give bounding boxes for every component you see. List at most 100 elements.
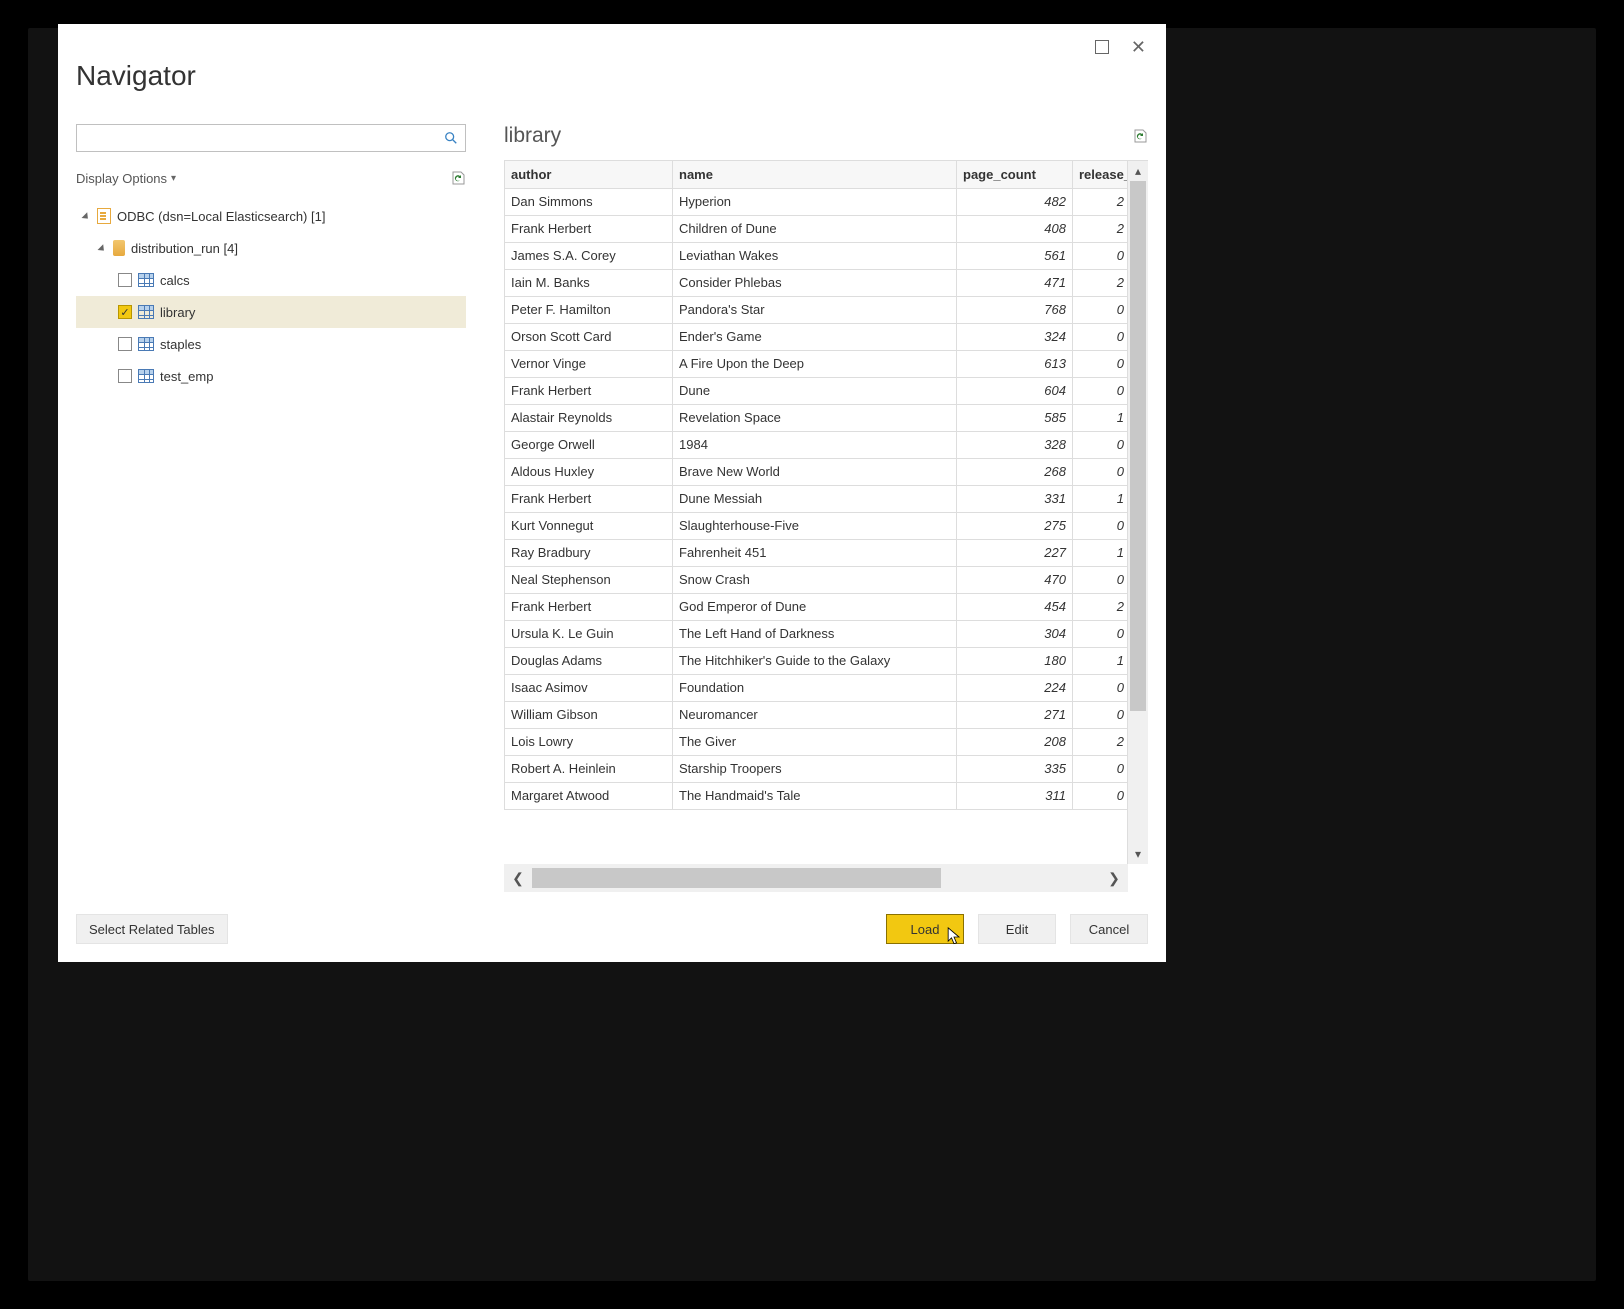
scroll-thumb[interactable] — [532, 868, 941, 888]
cell-release: 0 — [1073, 431, 1129, 458]
cell-author: Orson Scott Card — [505, 323, 673, 350]
table-row[interactable]: Dan SimmonsHyperion4822 — [505, 188, 1129, 215]
scroll-track[interactable] — [532, 864, 1100, 892]
cell-author: Kurt Vonnegut — [505, 512, 673, 539]
restore-icon[interactable] — [1095, 40, 1109, 54]
cell-page-count: 335 — [957, 755, 1073, 782]
table-row[interactable]: Aldous HuxleyBrave New World2680 — [505, 458, 1129, 485]
table-row[interactable]: George Orwell19843280 — [505, 431, 1129, 458]
table-row[interactable]: Frank HerbertDune6040 — [505, 377, 1129, 404]
table-row[interactable]: Alastair ReynoldsRevelation Space5851 — [505, 404, 1129, 431]
tree-node-table[interactable]: test_emp — [76, 360, 466, 392]
vertical-scrollbar[interactable]: ▴ ▾ — [1128, 161, 1148, 864]
cell-author: Frank Herbert — [505, 377, 673, 404]
table-row[interactable]: Frank HerbertDune Messiah3311 — [505, 485, 1129, 512]
cell-author: Aldous Huxley — [505, 458, 673, 485]
table-row[interactable]: Kurt VonnegutSlaughterhouse-Five2750 — [505, 512, 1129, 539]
table-row[interactable]: William GibsonNeuromancer2710 — [505, 701, 1129, 728]
table-row[interactable]: Ursula K. Le GuinThe Left Hand of Darkne… — [505, 620, 1129, 647]
cell-author: Ursula K. Le Guin — [505, 620, 673, 647]
table-row[interactable]: Isaac AsimovFoundation2240 — [505, 674, 1129, 701]
table-row[interactable]: Vernor VingeA Fire Upon the Deep6130 — [505, 350, 1129, 377]
tree-node-datasource[interactable]: ODBC (dsn=Local Elasticsearch) [1] — [76, 200, 466, 232]
tree-label: staples — [160, 337, 466, 352]
table-checkbox[interactable]: ✓ — [118, 305, 132, 319]
refresh-icon[interactable] — [450, 170, 466, 186]
close-icon[interactable]: ✕ — [1131, 40, 1146, 54]
table-row[interactable]: Frank HerbertChildren of Dune4082 — [505, 215, 1129, 242]
cell-name: Slaughterhouse-Five — [673, 512, 957, 539]
col-header[interactable]: author — [505, 161, 673, 188]
cell-name: A Fire Upon the Deep — [673, 350, 957, 377]
table-row[interactable]: James S.A. CoreyLeviathan Wakes5610 — [505, 242, 1129, 269]
refresh-preview-icon[interactable] — [1132, 128, 1148, 144]
cell-author: Isaac Asimov — [505, 674, 673, 701]
mouse-cursor-icon — [947, 927, 961, 947]
expand-arrow-icon — [98, 244, 107, 253]
scroll-up-icon[interactable]: ▴ — [1128, 161, 1148, 181]
database-icon — [113, 240, 125, 256]
cell-author: James S.A. Corey — [505, 242, 673, 269]
cell-author: Frank Herbert — [505, 215, 673, 242]
table-checkbox[interactable] — [118, 337, 132, 351]
tree-node-schema[interactable]: distribution_run [4] — [76, 232, 466, 264]
expand-arrow-icon — [82, 212, 91, 221]
chevron-down-icon: ▾ — [171, 173, 176, 184]
col-header[interactable]: release_d — [1073, 161, 1129, 188]
table-icon — [138, 273, 154, 287]
table-row[interactable]: Iain M. BanksConsider Phlebas4712 — [505, 269, 1129, 296]
cell-name: Dune — [673, 377, 957, 404]
cell-release: 0 — [1073, 566, 1129, 593]
table-row[interactable]: Lois LowryThe Giver2082 — [505, 728, 1129, 755]
table-row[interactable]: Neal StephensonSnow Crash4700 — [505, 566, 1129, 593]
cell-page-count: 613 — [957, 350, 1073, 377]
load-button[interactable]: Load — [886, 914, 964, 944]
cell-name: Consider Phlebas — [673, 269, 957, 296]
tree-node-table[interactable]: ✓ library — [76, 296, 466, 328]
select-related-tables-button[interactable]: Select Related Tables — [76, 914, 228, 944]
cell-name: 1984 — [673, 431, 957, 458]
horizontal-scrollbar[interactable]: ❮ ❯ — [504, 864, 1128, 892]
table-icon — [138, 337, 154, 351]
table-header-row: author name page_count release_d — [505, 161, 1129, 188]
tree-label: test_emp — [160, 369, 466, 384]
cell-page-count: 471 — [957, 269, 1073, 296]
cell-release: 2 — [1073, 188, 1129, 215]
cell-name: Leviathan Wakes — [673, 242, 957, 269]
cell-page-count: 408 — [957, 215, 1073, 242]
table-row[interactable]: Ray BradburyFahrenheit 4512271 — [505, 539, 1129, 566]
cancel-button[interactable]: Cancel — [1070, 914, 1148, 944]
search-input[interactable] — [77, 125, 437, 151]
cell-page-count: 180 — [957, 647, 1073, 674]
edit-button[interactable]: Edit — [978, 914, 1056, 944]
table-checkbox[interactable] — [118, 273, 132, 287]
col-header[interactable]: name — [673, 161, 957, 188]
table-row[interactable]: Frank HerbertGod Emperor of Dune4542 — [505, 593, 1129, 620]
cell-author: William Gibson — [505, 701, 673, 728]
scroll-thumb[interactable] — [1130, 181, 1146, 711]
table-row[interactable]: Peter F. HamiltonPandora's Star7680 — [505, 296, 1129, 323]
col-header[interactable]: page_count — [957, 161, 1073, 188]
display-options-dropdown[interactable]: Display Options ▾ — [76, 171, 176, 186]
cell-name: Children of Dune — [673, 215, 957, 242]
cell-author: Douglas Adams — [505, 647, 673, 674]
tree-node-table[interactable]: calcs — [76, 264, 466, 296]
scroll-down-icon[interactable]: ▾ — [1128, 844, 1148, 864]
table-row[interactable]: Douglas AdamsThe Hitchhiker's Guide to t… — [505, 647, 1129, 674]
scroll-left-icon[interactable]: ❮ — [504, 870, 532, 887]
table-icon — [138, 369, 154, 383]
table-row[interactable]: Margaret AtwoodThe Handmaid's Tale3110 — [505, 782, 1129, 809]
tree-node-table[interactable]: staples — [76, 328, 466, 360]
cell-author: Vernor Vinge — [505, 350, 673, 377]
cell-release: 1 — [1073, 647, 1129, 674]
dialog-title: Navigator — [76, 60, 196, 92]
table-checkbox[interactable] — [118, 369, 132, 383]
table-row[interactable]: Orson Scott CardEnder's Game3240 — [505, 323, 1129, 350]
tree-label: library — [160, 305, 466, 320]
scroll-track[interactable] — [1128, 181, 1148, 844]
search-icon[interactable] — [437, 125, 465, 151]
cell-name: Starship Troopers — [673, 755, 957, 782]
scroll-right-icon[interactable]: ❯ — [1100, 870, 1128, 887]
tree-label: ODBC (dsn=Local Elasticsearch) [1] — [117, 209, 466, 224]
table-row[interactable]: Robert A. HeinleinStarship Troopers3350 — [505, 755, 1129, 782]
